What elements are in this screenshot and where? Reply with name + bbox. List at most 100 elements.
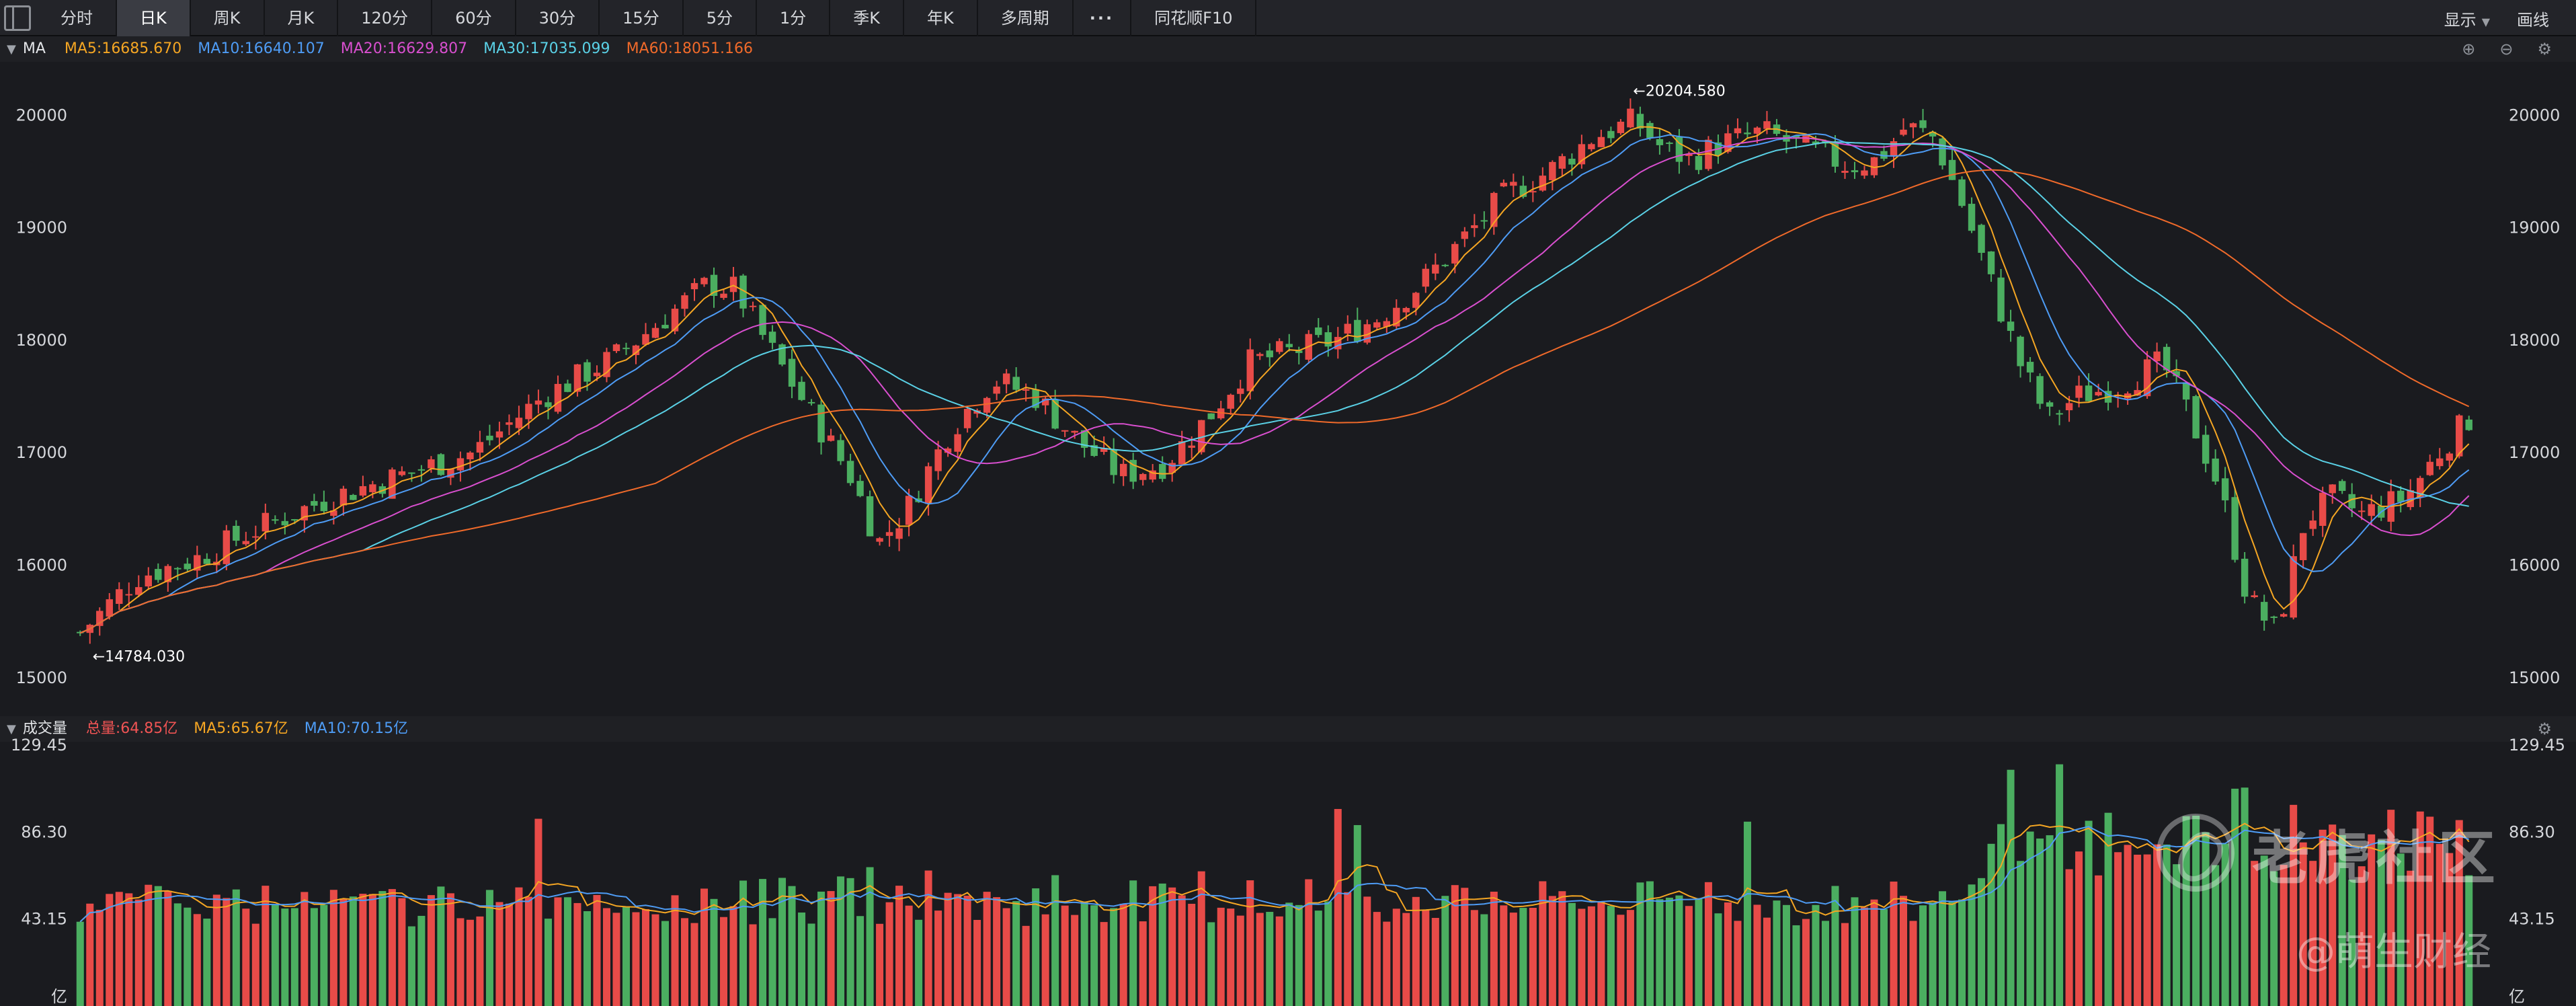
tab-3[interactable]: 月K [265,0,339,36]
tab-2[interactable]: 周K [191,0,265,36]
tab-11[interactable]: 年K [904,0,978,36]
more-periods-icon[interactable]: ··· [1074,0,1132,36]
settings-icon[interactable]: ⚙ [2537,36,2552,62]
tab-10[interactable]: 季K [830,0,905,36]
sidebar-toggle-icon[interactable] [4,5,31,31]
candle-body [622,348,630,350]
candle-body [339,488,348,506]
candle-body [807,401,815,403]
volume-bar [544,919,552,1006]
tab-0[interactable]: 分时 [38,0,117,36]
candle-body [1295,350,1303,353]
volume-bar [115,892,123,1006]
candle-body [749,305,757,307]
volume-bar [1509,913,1517,1006]
candle-body [827,435,835,441]
candle-body [1217,408,1225,419]
collapse-price-icon[interactable]: ▼ [7,42,16,56]
volume-bar [1373,912,1381,1006]
volume-bar [1334,809,1342,1006]
volume-bar [1402,913,1410,1006]
tab-12[interactable]: 多周期 [978,0,1074,36]
candle-body [1919,120,1927,128]
tab-5[interactable]: 60分 [432,0,516,36]
draw-line-button[interactable]: 画线 [2517,7,2549,30]
volume-bar [827,891,835,1006]
candle-body [1432,264,1439,274]
candle-body [1422,268,1430,287]
candle-body [106,599,113,617]
candle-body [389,469,396,499]
candle-body [2290,556,2297,618]
candle-body [1636,114,1644,129]
candle-body [612,344,620,352]
tiger-logo-icon [2157,814,2235,892]
volume-bar [134,899,143,1006]
volume-bar [1188,904,1196,1006]
candle-body [915,498,922,502]
candle-body [895,528,903,539]
volume-bar [641,908,649,1006]
candle-body [1529,191,1537,193]
volume-bar [768,918,776,1006]
tab-9[interactable]: 1分 [757,0,831,36]
toolbar-right: 显示 ▼ 画线 [2444,0,2549,36]
candle-body [1315,327,1322,336]
candle-body [2046,402,2054,407]
volume-bar [866,867,874,1006]
volume-bar [1022,925,1030,1006]
caret-down-icon: ▼ [2481,15,2490,28]
tab-7[interactable]: 15分 [600,0,684,36]
y-tick-right: 19000 [2509,219,2560,237]
tab-1[interactable]: 日K [117,0,191,36]
candle-body [417,469,426,471]
volume-settings-icon[interactable]: ⚙ [2537,716,2552,742]
candle-body [359,486,367,496]
tab-8[interactable]: 5分 [684,0,757,36]
candle-body [1451,243,1459,264]
candle-body [2114,395,2122,397]
tab-14[interactable]: 同花顺F10 [1131,0,1257,36]
volume-bar [1363,896,1371,1006]
candle-body [203,559,211,564]
tab-4[interactable]: 120分 [338,0,433,36]
volume-bar [456,918,465,1006]
candle-body [1578,144,1586,165]
candle-body [96,611,104,626]
volume-bar [349,896,357,1006]
candle-body [1870,157,1878,176]
zoom-in-icon[interactable]: ⊕ [2462,36,2475,62]
collapse-volume-icon[interactable]: ▼ [7,722,16,736]
volume-bar [261,886,270,1006]
candle-body [1675,137,1683,162]
watermark: 老虎社区 [2157,812,2533,893]
candle-body [2280,614,2288,617]
candle-body [788,358,796,387]
volume-bar [856,916,864,1006]
volume-bar [1929,902,1937,1006]
candle-body [77,631,84,633]
display-menu[interactable]: 显示 ▼ [2444,7,2490,30]
candle-body [1237,388,1244,394]
candle-body [2231,497,2239,560]
candle-body [671,309,679,332]
volume-bar [310,908,318,1006]
candle-body [2319,492,2327,526]
volume-bar [2007,769,2015,1006]
legend-item: MA60:18051.166 [626,40,753,57]
volume-bar [242,908,250,1006]
volume-bar [203,919,211,1006]
volume-bar [1110,908,1118,1006]
zoom-out-icon[interactable]: ⊖ [2499,36,2513,62]
tab-6[interactable]: 30分 [516,0,600,36]
candle-body [1354,319,1361,342]
volume-bar [1480,914,1488,1006]
candle-body [1363,324,1371,343]
candle-body [846,461,854,483]
volume-bar [1236,915,1244,1006]
candle-body [720,293,727,298]
volume-bar [885,902,893,1006]
candle-body [1880,151,1888,159]
candle-body [1851,170,1859,173]
candle-body [1412,293,1420,308]
